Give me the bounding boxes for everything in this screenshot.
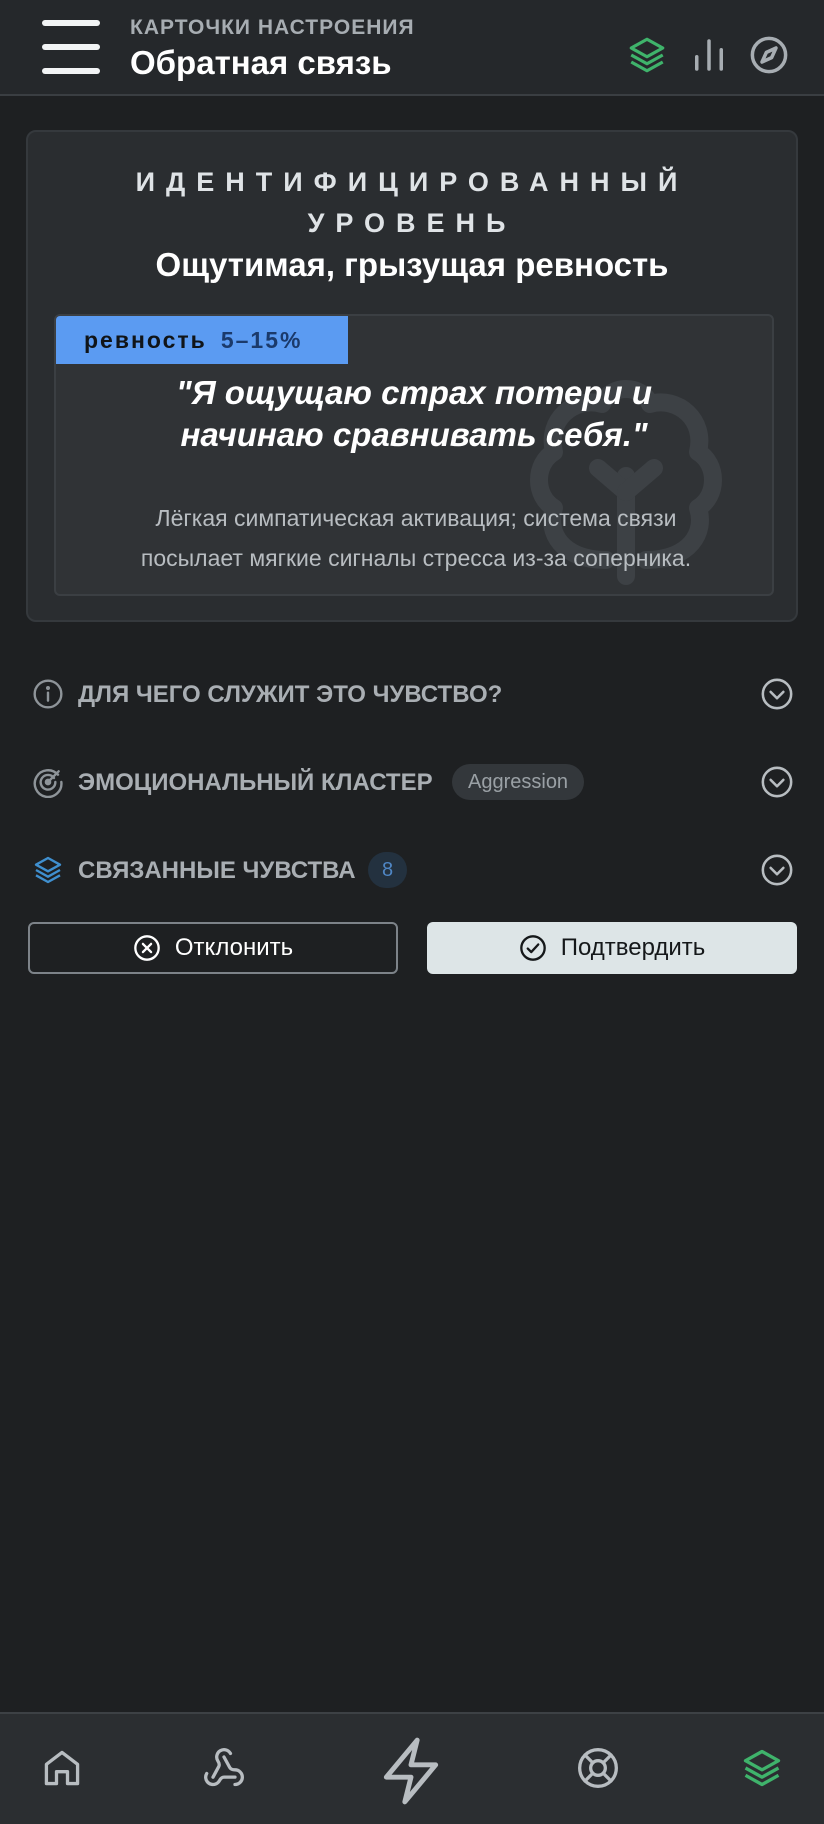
- cluster-accordion[interactable]: ЭМОЦИОНАЛЬНЫЙ КЛАСТЕР Aggression: [26, 752, 798, 812]
- close-circle-icon: [134, 935, 160, 961]
- level-description: Лёгкая симпатическая активация; система …: [76, 498, 756, 578]
- bottom-navigation: [0, 1712, 824, 1824]
- description-line: посылает мягкие сигналы стресса из-за со…: [140, 545, 692, 571]
- radar-icon: [33, 769, 63, 798]
- chevron-down-icon[interactable]: [760, 677, 794, 711]
- badge-range: 5–15%: [220, 326, 303, 353]
- layers-icon[interactable]: [740, 1746, 784, 1790]
- chevron-down-icon[interactable]: [760, 765, 794, 799]
- chevron-down-icon[interactable]: [760, 853, 794, 887]
- confirm-label: Подтвердить: [560, 934, 706, 961]
- related-feelings-accordion[interactable]: СВЯЗАННЫЕ ЧУВСТВА 8: [26, 840, 798, 900]
- cluster-label: ЭМОЦИОНАЛЬНЫЙ КЛАСТЕР: [78, 769, 433, 796]
- confirm-button[interactable]: Подтвердить: [427, 922, 797, 974]
- feeling-quote: "Я ощущаю страх потери и начинаю сравнив…: [56, 372, 772, 456]
- identified-level-card: ИДЕНТИФИЦИРОВАННЫЙ УРОВЕНЬ Ощутимая, гры…: [26, 130, 798, 622]
- badge-emotion-name: ревность: [84, 326, 207, 353]
- card-kicker-line: ИДЕНТИФИЦИРОВАННЫЙ УРОВЕНЬ: [135, 167, 689, 238]
- lightning-icon[interactable]: [374, 1732, 448, 1810]
- purpose-accordion[interactable]: ДЛЯ ЧЕГО СЛУЖИТ ЭТО ЧУВСТВО?: [26, 664, 798, 724]
- card-title: Ощутимая, грызущая ревность: [155, 246, 669, 283]
- home-icon[interactable]: [40, 1746, 84, 1790]
- level-detail-panel: ревность 5–15% "Я ощущаю страх потери и …: [54, 314, 774, 596]
- reject-button[interactable]: Отклонить: [28, 922, 398, 974]
- top-app-bar: КАРТОЧКИ НАСТРОЕНИЯ Обратная связь: [0, 0, 824, 96]
- level-badge: ревность 5–15%: [56, 316, 348, 364]
- related-count-badge: 8: [368, 852, 408, 888]
- webhook-icon[interactable]: [202, 1746, 246, 1790]
- cluster-value-badge: Aggression: [452, 764, 585, 800]
- layers-icon[interactable]: [626, 34, 668, 76]
- quote-line: "Я ощущаю страх потери и: [175, 374, 653, 411]
- bar-chart-icon[interactable]: [688, 34, 730, 76]
- purpose-label: ДЛЯ ЧЕГО СЛУЖИТ ЭТО ЧУВСТВО?: [78, 681, 503, 708]
- compass-icon[interactable]: [748, 34, 790, 76]
- page-title: Обратная связь: [130, 44, 392, 81]
- check-circle-icon: [519, 935, 546, 961]
- info-icon: [33, 679, 63, 709]
- layers-icon: [34, 856, 62, 884]
- description-line: Лёгкая симпатическая активация; система …: [155, 505, 677, 531]
- card-kicker: ИДЕНТИФИЦИРОВАННЫЙ УРОВЕНЬ: [28, 162, 796, 244]
- menu-icon[interactable]: [42, 20, 100, 74]
- lifebuoy-icon[interactable]: [576, 1746, 620, 1790]
- reject-label: Отклонить: [174, 934, 294, 961]
- header-subtitle: КАРТОЧКИ НАСТРОЕНИЯ: [130, 16, 415, 39]
- related-label: СВЯЗАННЫЕ ЧУВСТВА: [78, 857, 356, 884]
- feedback-screen: КАРТОЧКИ НАСТРОЕНИЯ Обратная связь ИДЕНТ…: [0, 0, 824, 1824]
- quote-line: начинаю сравнивать себя.": [180, 416, 648, 453]
